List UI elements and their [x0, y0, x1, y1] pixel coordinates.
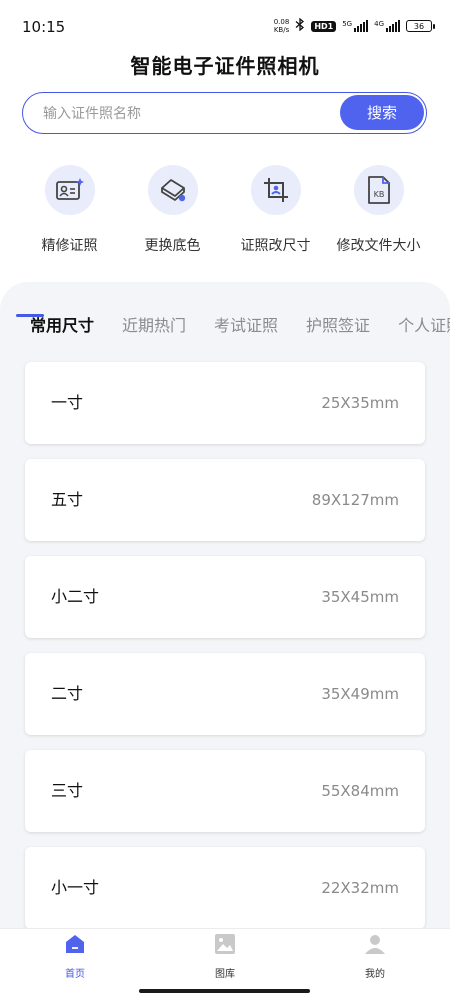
tool-label: 修改文件大小 — [336, 238, 421, 254]
size-dimensions: 22X32mm — [321, 879, 399, 897]
list-item[interactable]: 小一寸 22X32mm — [25, 847, 425, 929]
size-name: 五寸 — [51, 490, 84, 509]
bluetooth-icon — [295, 17, 305, 34]
svg-text:KB: KB — [373, 190, 384, 199]
search-button[interactable]: 搜索 — [340, 95, 424, 130]
hd-badge: HD1 — [311, 20, 337, 32]
list-item[interactable]: 一寸 25X35mm — [25, 362, 425, 444]
list-item[interactable]: 五寸 89X127mm — [25, 459, 425, 541]
size-name: 三寸 — [51, 781, 84, 800]
list-item[interactable]: 二寸 35X49mm — [25, 653, 425, 735]
active-tab-indicator — [16, 314, 44, 317]
gallery-icon — [214, 933, 236, 959]
status-icons: 0.08 KB/s HD1 5G 4G 36 — [273, 17, 435, 34]
signal-5g-icon: 5G — [342, 20, 369, 32]
tool-label: 更换底色 — [144, 238, 201, 254]
tool-background[interactable]: 更换底色 — [121, 165, 224, 255]
nav-profile[interactable]: 我的 — [335, 933, 415, 980]
tool-label: 精修证照 — [41, 238, 98, 254]
tab-exam-photos[interactable]: 考试证照 — [214, 312, 278, 336]
network-speed: 0.08 KB/s — [273, 18, 290, 34]
size-dimensions: 25X35mm — [321, 394, 399, 412]
size-name: 一寸 — [51, 393, 84, 412]
tool-crop[interactable]: 证照改尺寸 — [224, 165, 327, 255]
tab-recent-popular[interactable]: 近期热门 — [122, 312, 186, 336]
size-dimensions: 55X84mm — [321, 782, 399, 800]
crop-resize-icon — [250, 165, 301, 215]
status-bar: 10:15 0.08 KB/s HD1 5G 4G 36 — [0, 0, 450, 52]
size-panel: 常用尺寸 近期热门 考试证照 护照签证 个人证照 一寸 25X35mm 五寸 8… — [0, 282, 450, 942]
size-dimensions: 35X49mm — [321, 685, 399, 703]
size-list: 一寸 25X35mm 五寸 89X127mm 小二寸 35X45mm 二寸 35… — [25, 362, 425, 942]
size-dimensions: 89X127mm — [311, 491, 399, 509]
search-bar: 搜索 — [22, 92, 427, 134]
signal-4g-icon: 4G — [374, 20, 400, 32]
app-title: 智能电子证件照相机 — [130, 54, 320, 78]
file-size-icon: KB — [353, 165, 404, 215]
home-icon — [64, 933, 86, 959]
nav-gallery[interactable]: 图库 — [185, 933, 265, 980]
size-name: 小一寸 — [51, 878, 100, 897]
tool-label: 证照改尺寸 — [240, 238, 311, 254]
status-time: 10:15 — [22, 18, 66, 36]
tool-shortcuts: 精修证照 更换底色 证照改尺寸 KB 修改文件大小 — [0, 165, 450, 255]
tool-retouch[interactable]: 精修证照 — [18, 165, 121, 255]
portrait-retouch-icon — [44, 165, 95, 215]
home-indicator[interactable] — [139, 989, 310, 993]
user-icon — [364, 933, 386, 959]
nav-home[interactable]: 首页 — [35, 933, 115, 980]
size-name: 小二寸 — [51, 587, 100, 606]
list-item[interactable]: 小二寸 35X45mm — [25, 556, 425, 638]
size-dimensions: 35X45mm — [321, 588, 399, 606]
background-color-icon — [147, 165, 198, 215]
battery-icon: 36 — [406, 20, 435, 32]
category-tabs: 常用尺寸 近期热门 考试证照 护照签证 个人证照 — [30, 312, 450, 336]
search-input[interactable] — [41, 93, 345, 134]
tab-passport-visa[interactable]: 护照签证 — [306, 312, 370, 336]
size-name: 二寸 — [51, 684, 84, 703]
tool-file-size[interactable]: KB 修改文件大小 — [327, 165, 430, 255]
list-item[interactable]: 三寸 55X84mm — [25, 750, 425, 832]
tab-personal-photos[interactable]: 个人证照 — [398, 312, 450, 336]
